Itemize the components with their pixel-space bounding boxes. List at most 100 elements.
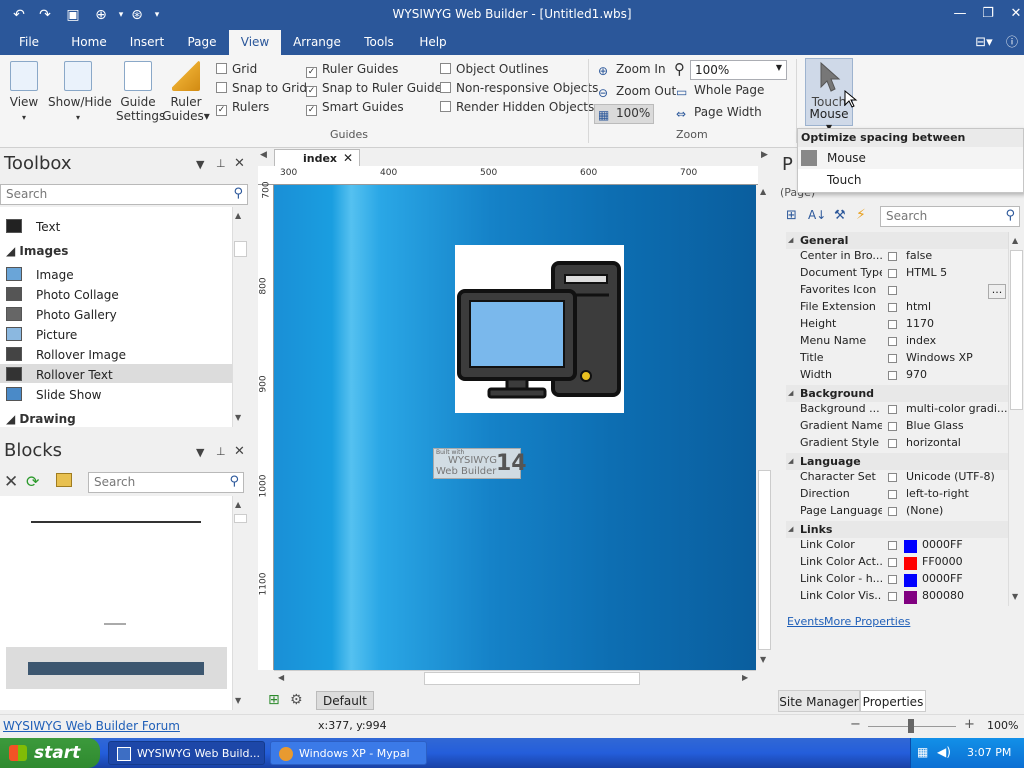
tab-arrange[interactable]: Arrange — [288, 30, 346, 55]
tab-file[interactable]: File — [10, 30, 48, 55]
showhide-button[interactable]: Show/Hide ▾ — [48, 61, 112, 123]
tab-help[interactable]: Help — [412, 30, 454, 55]
color-swatch[interactable] — [904, 574, 917, 587]
scroll-up-icon[interactable]: ▲ — [1012, 236, 1018, 245]
property-row[interactable]: Link Color Vis... 800080 — [796, 589, 1008, 606]
color-swatch[interactable] — [904, 557, 917, 570]
property-row[interactable]: Link Color 0000FF — [796, 538, 1008, 555]
toolbox-category-images[interactable]: ◢ Images — [6, 244, 68, 258]
property-row[interactable]: Link Color Act... FF0000 — [796, 555, 1008, 572]
blocks-scrollbar[interactable]: ▲ ▼ — [232, 496, 248, 710]
refresh-icon[interactable]: ⟳ — [26, 472, 39, 491]
scroll-thumb[interactable] — [758, 470, 771, 650]
scroll-down-icon[interactable]: ▼ — [1012, 592, 1018, 601]
toolbox-category-drawing[interactable]: ◢ Drawing — [6, 412, 76, 426]
property-row[interactable]: Direction left-to-right — [796, 487, 1008, 504]
toolbox-item-picture[interactable]: Picture — [6, 327, 77, 342]
tab-home[interactable]: Home — [64, 30, 114, 55]
keyboard-tray-icon[interactable]: ▦ — [917, 745, 928, 759]
canvas-horizontal-scrollbar[interactable]: ◀ ▶ — [274, 670, 756, 687]
scroll-up-icon[interactable]: ▲ — [235, 211, 241, 220]
folder-icon[interactable] — [56, 473, 72, 487]
tab-properties[interactable]: Properties — [860, 690, 926, 712]
close-icon[interactable]: ✕ — [234, 156, 245, 171]
panel-menu-icon[interactable]: ▼ — [196, 446, 204, 459]
property-row[interactable]: Height 1170 — [796, 317, 1008, 334]
toolbox-item-text[interactable]: Text — [6, 219, 60, 234]
blocks-search-input[interactable]: Search ⚲ — [88, 472, 244, 493]
property-row[interactable]: Gradient Name Blue Glass — [796, 419, 1008, 436]
toolbox-item-photo-collage[interactable]: Photo Collage — [6, 287, 119, 302]
properties-search-input[interactable]: Search ⚲ — [880, 206, 1020, 227]
categorized-icon[interactable]: ⊞ — [786, 208, 797, 223]
tab-view[interactable]: View — [229, 30, 281, 55]
layout-settings-icon[interactable]: ⚙ — [290, 692, 303, 708]
property-row[interactable]: Menu Name index — [796, 334, 1008, 351]
zoom-out-icon[interactable]: − — [850, 717, 861, 732]
vertical-ruler[interactable]: 700 800 900 1000 1100 — [258, 181, 274, 670]
built-with-badge[interactable]: Built with WYSIWYG Web Builder 14 — [433, 448, 527, 479]
property-row[interactable]: Width 970 — [796, 368, 1008, 385]
menu-item-touch[interactable]: Touch — [798, 169, 1023, 191]
tab-tools[interactable]: Tools — [357, 30, 401, 55]
scroll-left-icon[interactable]: ◀ — [278, 673, 284, 682]
property-row[interactable]: Background ... multi-color gradi... — [796, 402, 1008, 419]
toolbox-scrollbar[interactable]: ▲ ▼ — [232, 207, 248, 427]
volume-tray-icon[interactable]: ◀) — [937, 745, 951, 759]
tab-scroll-right-icon[interactable]: ▶ — [761, 150, 768, 160]
property-section-general[interactable]: General — [786, 232, 1008, 249]
ruler-guides-checkbox[interactable]: ✓ Ruler Guides — [306, 62, 398, 78]
page-width-button[interactable]: ⇔ Page Width — [676, 105, 762, 121]
toolbox-search-input[interactable]: Search ⚲ — [0, 184, 248, 205]
zoom-slider-thumb[interactable] — [908, 719, 914, 733]
object-outlines-checkbox[interactable]: Object Outlines — [440, 62, 549, 76]
document-tab-index[interactable]: index ✕ — [274, 149, 360, 167]
tab-scroll-left-icon[interactable]: ◀ — [260, 150, 267, 160]
events-link[interactable]: Events — [787, 615, 824, 628]
scroll-thumb[interactable] — [234, 241, 247, 257]
delete-icon[interactable]: ✕ — [4, 472, 18, 492]
snap-to-grid-checkbox[interactable]: Snap to Grid — [216, 81, 307, 95]
page-canvas[interactable]: Built with WYSIWYG Web Builder 14 — [274, 185, 756, 670]
close-icon[interactable]: ✕ — [234, 444, 245, 459]
zoom-in-icon[interactable]: + — [964, 717, 975, 732]
property-row[interactable]: Character Set Unicode (UTF-8) — [796, 470, 1008, 487]
toolbox-item-image[interactable]: Image — [6, 267, 74, 282]
scroll-thumb[interactable] — [234, 514, 247, 523]
grid-checkbox[interactable]: Grid — [216, 62, 257, 76]
browse-button[interactable]: ... — [988, 284, 1006, 299]
zoom-100-button[interactable]: ▦ 100% — [594, 104, 655, 124]
scroll-down-icon[interactable]: ▼ — [235, 413, 241, 422]
scroll-thumb[interactable] — [424, 672, 640, 685]
scroll-right-icon[interactable]: ▶ — [742, 673, 748, 682]
whole-page-button[interactable]: ▭ Whole Page — [676, 83, 764, 99]
menu-item-mouse[interactable]: Mouse — [798, 147, 1023, 169]
color-swatch[interactable] — [904, 540, 917, 553]
layout-tab-default[interactable]: Default — [316, 691, 374, 710]
property-row[interactable]: Link Color - h... 0000FF — [796, 572, 1008, 589]
tab-site-manager[interactable]: Site Manager — [778, 690, 860, 712]
tab-insert[interactable]: Insert — [122, 30, 172, 55]
snap-to-ruler-guides-checkbox[interactable]: ✓ Snap to Ruler Guides — [306, 81, 448, 97]
forum-link[interactable]: WYSIWYG Web Builder Forum — [3, 719, 180, 733]
non-responsive-objects-checkbox[interactable]: Non-responsive Objects — [440, 81, 598, 95]
zoom-in-button[interactable]: ⊕ Zoom In — [598, 62, 666, 78]
zoom-select[interactable]: 100% ▼ — [690, 60, 787, 80]
task-wysiwyg[interactable]: WYSIWYG Web Build... — [108, 741, 265, 765]
scroll-down-icon[interactable]: ▼ — [235, 696, 241, 705]
close-tab-icon[interactable]: ✕ — [343, 151, 353, 165]
color-swatch[interactable] — [904, 591, 917, 604]
toolbox-item-slide-show[interactable]: Slide Show — [6, 387, 101, 402]
smart-guides-checkbox[interactable]: ✓ Smart Guides — [306, 100, 404, 116]
computer-image[interactable] — [455, 245, 624, 413]
sort-az-icon[interactable]: A↓ — [808, 208, 826, 222]
scroll-up-icon[interactable]: ▲ — [760, 187, 766, 196]
layout-icon[interactable]: ⊟▾ — [970, 30, 998, 55]
tab-page[interactable]: Page — [180, 30, 224, 55]
help-icon[interactable]: ⓘ — [1002, 30, 1022, 55]
horizontal-ruler[interactable]: 300 400 500 600 700 — [258, 166, 758, 185]
property-row[interactable]: Title Windows XP — [796, 351, 1008, 368]
more-properties-link[interactable]: More Properties — [824, 615, 910, 628]
add-layout-icon[interactable]: ⊞ — [268, 692, 280, 708]
ruler-guides-button[interactable]: Ruler Guides▾ — [162, 61, 210, 123]
